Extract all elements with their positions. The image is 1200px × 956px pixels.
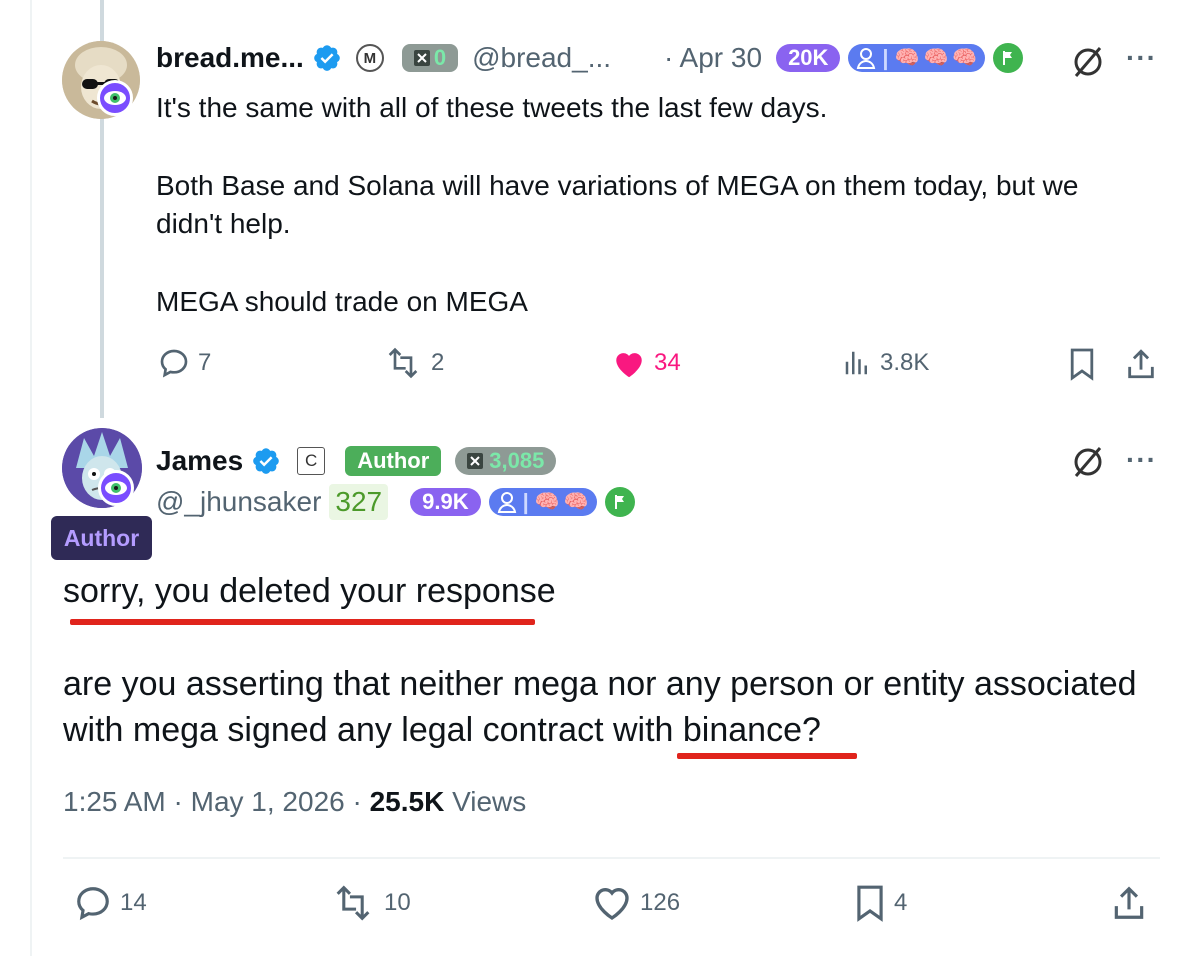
flag-icon	[604, 487, 635, 517]
main-subheader: @_jhunsaker 327 9.9K | 🧠 🧠	[156, 484, 635, 520]
followers-pill: 9.9K	[410, 488, 481, 516]
eye-icon	[98, 470, 134, 506]
timestamp[interactable]: · Apr 30	[664, 42, 762, 74]
traits-pill: | 🧠 🧠 🧠	[848, 44, 986, 72]
repost-count: 2	[431, 349, 445, 376]
like-button[interactable]: 126	[592, 884, 680, 922]
reply-button[interactable]: 7	[158, 347, 211, 379]
bookmark-button[interactable]: 4	[854, 884, 907, 922]
main-header: James C Author 3,085	[156, 445, 557, 477]
x-icon	[413, 50, 430, 66]
main-text-line: with mega signed any legal contract with…	[63, 711, 821, 749]
brain-icon: 🧠	[894, 47, 920, 69]
tweet-meta: 1:25 AM · May 1, 2026 · 25.5K Views	[63, 786, 526, 818]
share-icon[interactable]	[1124, 347, 1158, 381]
views-count: 3.8K	[880, 349, 930, 376]
score-count: 0	[433, 45, 447, 70]
x-icon	[467, 453, 484, 469]
repost-icon	[336, 885, 370, 921]
red-underline	[70, 619, 535, 625]
reply-header: bread.me... M 0 @bread_...	[156, 42, 611, 74]
followers-pill: 20K	[776, 44, 841, 72]
repost-button[interactable]: 2	[383, 347, 444, 379]
verified-badge-icon	[253, 448, 279, 474]
brain-icon: 🧠	[534, 491, 560, 513]
views-label: Views	[444, 786, 527, 817]
reply-count: 14	[120, 889, 147, 916]
reply-text-line: It's the same with all of these tweets t…	[156, 92, 828, 123]
reply-count: 7	[198, 349, 212, 376]
bookmark-icon[interactable]	[1068, 347, 1096, 381]
verified-badge-icon	[314, 45, 340, 71]
main-text-line: sorry, you deleted your response	[63, 572, 556, 610]
repost-button[interactable]: 10	[330, 884, 411, 922]
flag-icon	[993, 43, 1024, 73]
mini-badge: M	[355, 44, 384, 72]
heart-icon	[616, 353, 642, 378]
score-pill: 3,085	[455, 447, 557, 475]
red-underline	[677, 753, 857, 759]
handle[interactable]: @_jhunsaker	[156, 486, 321, 518]
author-tag: Author	[51, 516, 152, 560]
mini-badge: C	[297, 447, 326, 475]
slashed-circle-icon[interactable]	[1070, 44, 1106, 80]
views-button[interactable]: 3.8K	[842, 347, 929, 379]
reply-text-line: MEGA should trade on MEGA	[156, 286, 528, 317]
reply-icon	[77, 887, 109, 921]
like-button[interactable]: 34	[612, 347, 681, 379]
like-count: 126	[640, 889, 681, 916]
heart-icon	[595, 888, 629, 920]
traits-pill: | 🧠 🧠	[488, 488, 597, 516]
slashed-circle-icon[interactable]	[1070, 444, 1106, 480]
score-count: 3,085	[489, 448, 545, 473]
divider	[63, 857, 1160, 859]
main-text-line: are you asserting that neither mega nor …	[63, 665, 1137, 703]
score-badge: 327	[329, 484, 389, 520]
person-icon	[497, 492, 516, 513]
repost-count: 10	[384, 889, 411, 916]
person-icon	[857, 48, 876, 69]
display-name[interactable]: James	[156, 445, 243, 477]
bookmark-icon	[857, 885, 883, 922]
like-count: 34	[654, 349, 681, 376]
more-icon[interactable]: ···	[1126, 42, 1157, 74]
brain-icon: 🧠	[952, 47, 978, 69]
time-date[interactable]: 1:25 AM · May 1, 2026 ·	[63, 786, 370, 817]
brain-icon: 🧠	[923, 47, 949, 69]
brain-icon: 🧠	[563, 491, 589, 513]
handle[interactable]: @bread_...	[472, 42, 611, 74]
reply-text-line: didn't help.	[156, 208, 291, 239]
display-name[interactable]: bread.me...	[156, 42, 304, 74]
timeline-border	[30, 0, 32, 956]
views-icon	[845, 351, 867, 375]
author-pill: Author	[345, 446, 442, 476]
more-icon[interactable]: ···	[1126, 444, 1157, 476]
score-pill: 0	[401, 44, 459, 72]
reply-icon	[160, 349, 188, 378]
share-icon[interactable]	[1110, 884, 1148, 922]
reply-button[interactable]: 14	[74, 884, 147, 922]
reply-text-line: Both Base and Solana will have variation…	[156, 170, 1079, 201]
views-count: 25.5K	[369, 786, 445, 817]
bookmark-count: 4	[894, 889, 908, 916]
repost-icon	[388, 347, 418, 379]
reply-meta-badges: · Apr 30 20K | 🧠 🧠 🧠	[664, 42, 1024, 74]
eye-icon	[97, 80, 133, 116]
